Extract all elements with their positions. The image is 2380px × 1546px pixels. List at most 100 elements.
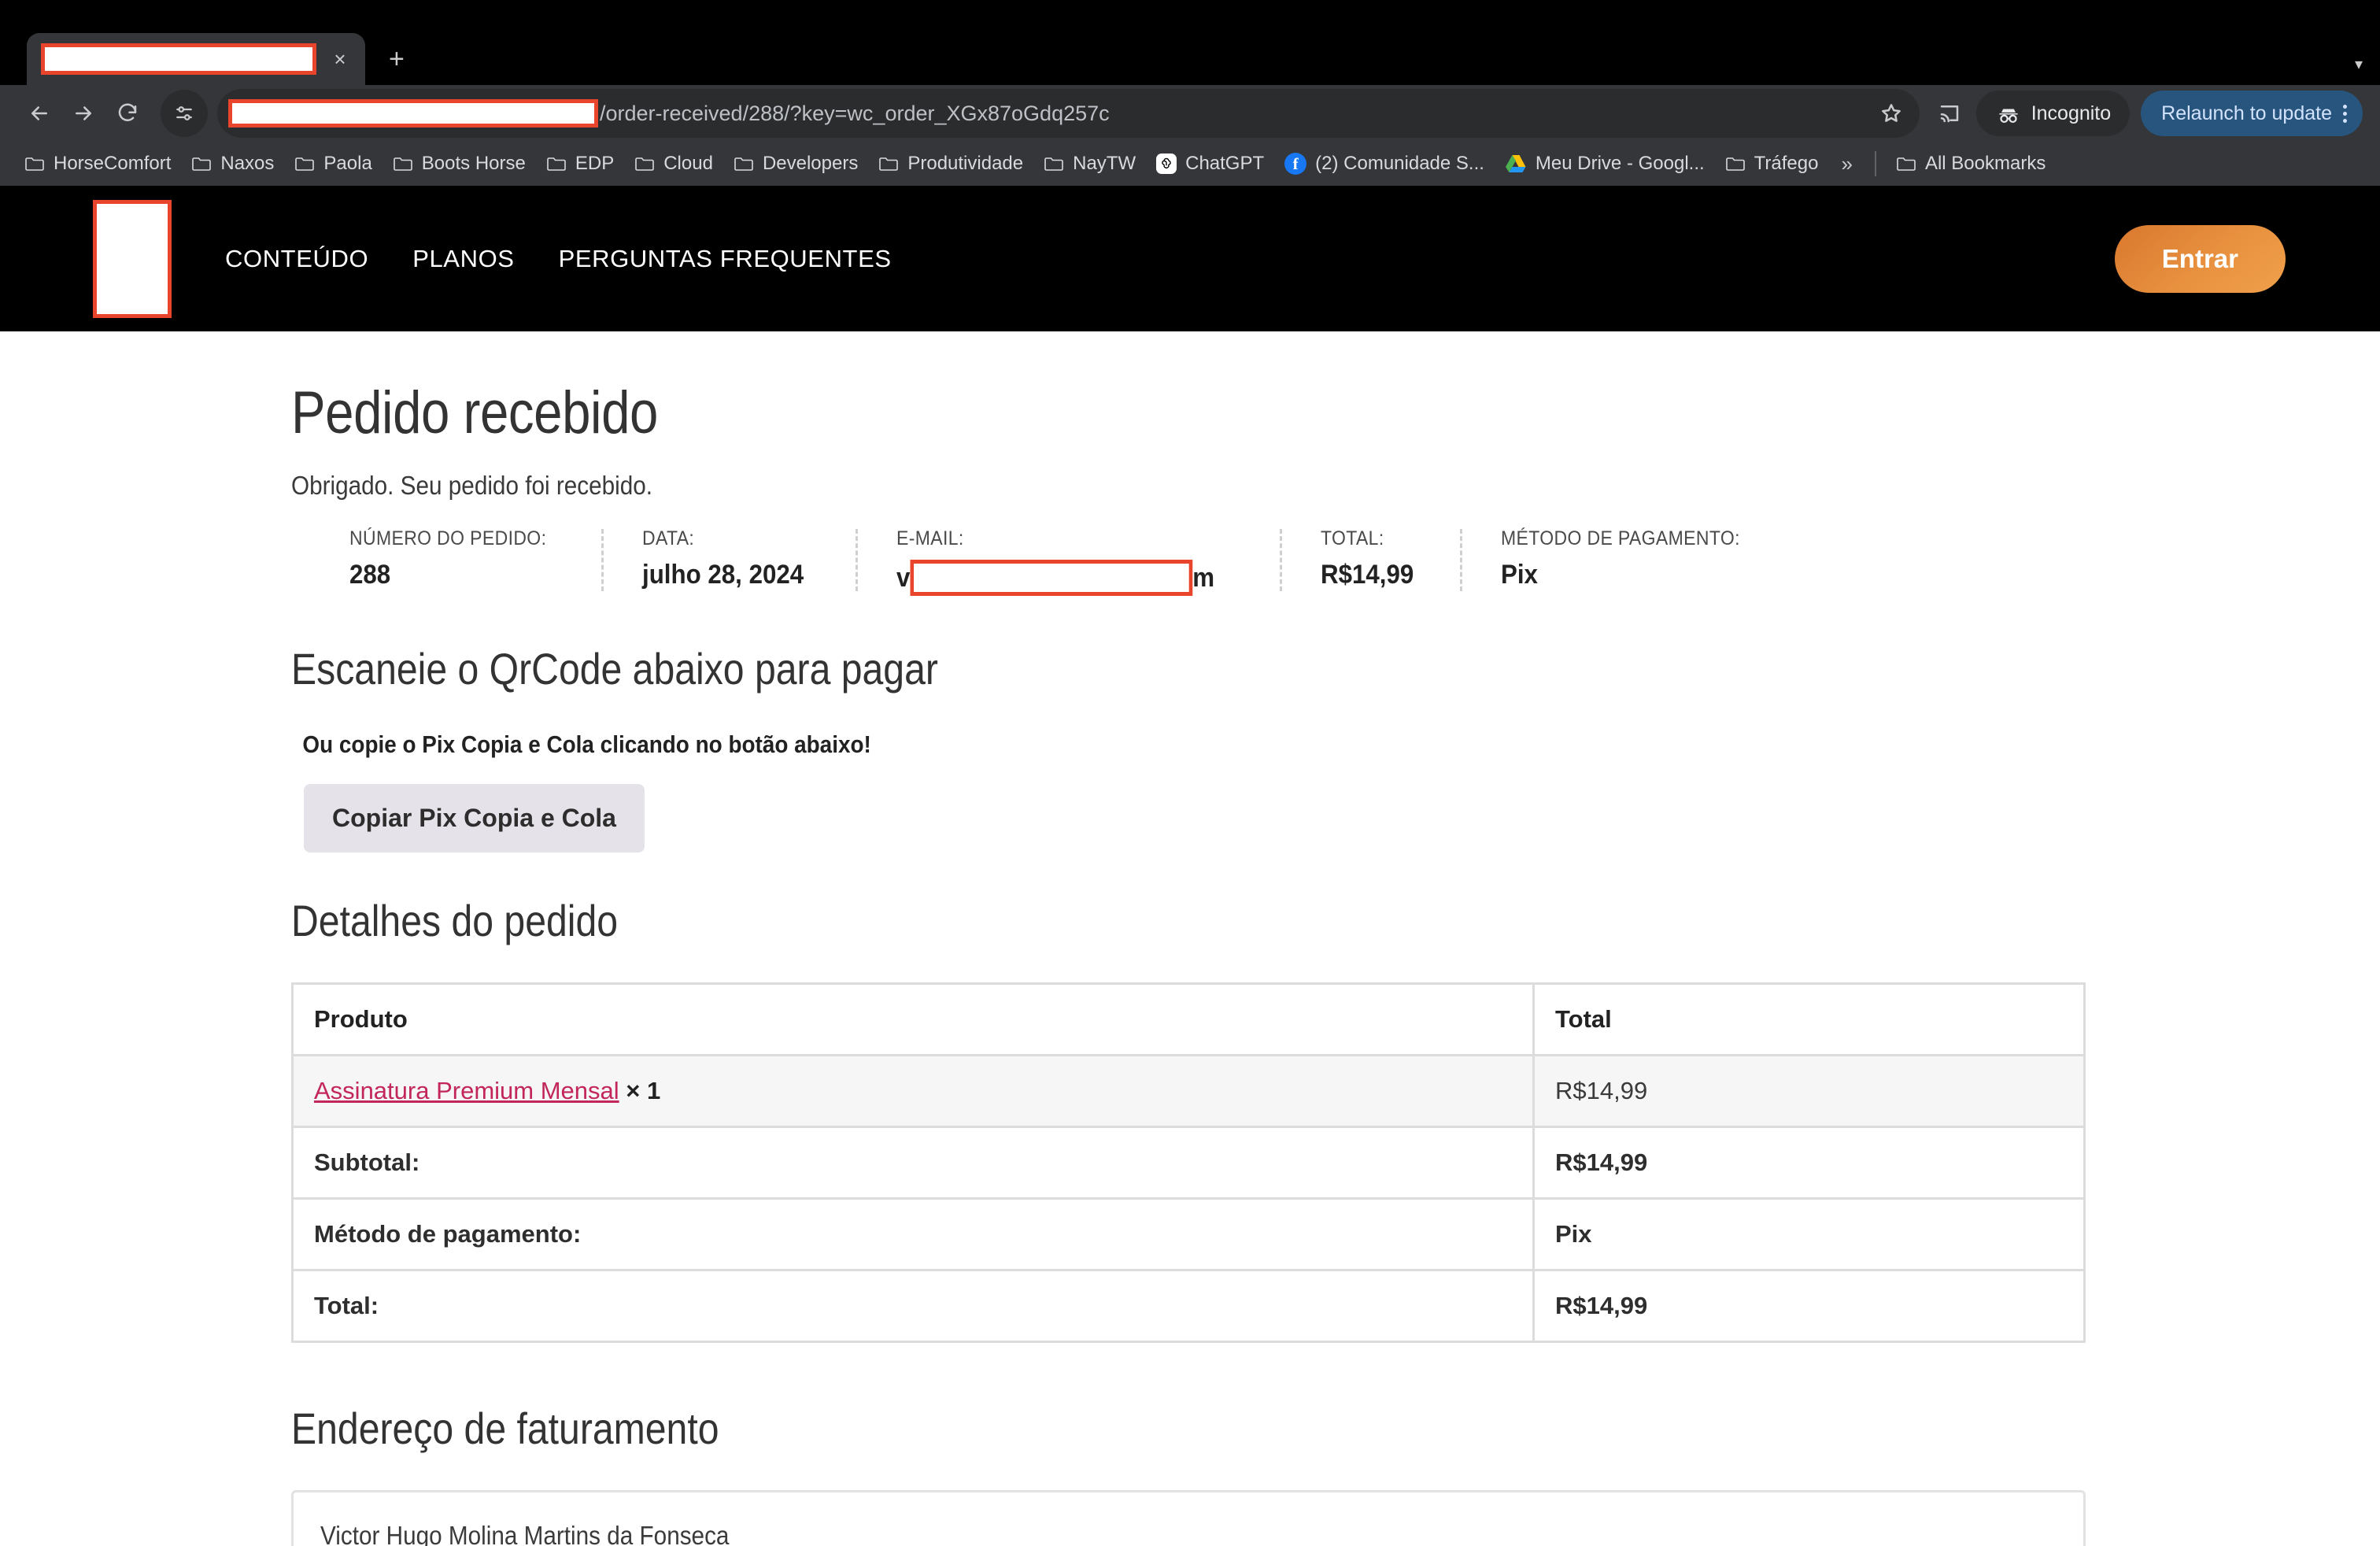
relaunch-label: Relaunch to update	[2161, 102, 2332, 124]
bookmark-naytw[interactable]: NayTW	[1033, 148, 1146, 179]
reload-icon[interactable]	[105, 91, 150, 135]
main-content: Pedido recebido Obrigado. Seu pedido foi…	[0, 331, 2380, 1546]
order-details-heading: Detalhes do pedido	[291, 896, 619, 945]
nav-item-perguntas-frequentes[interactable]: PERGUNTAS FREQUENTES	[537, 245, 914, 273]
all-bookmarks-button[interactable]: All Bookmarks	[1886, 148, 2056, 179]
back-arrow-icon[interactable]	[17, 91, 61, 135]
tab-strip: × + ▾	[0, 28, 2380, 85]
site-nav: CONTEÚDO PLANOS PERGUNTAS FREQUENTES	[203, 245, 914, 273]
tabstrip-chevron-down-icon[interactable]: ▾	[2355, 54, 2363, 74]
toolbar-actions: Incognito Relaunch to update	[1927, 91, 2363, 136]
overview-label: DATA:	[642, 527, 695, 549]
folder-icon	[1044, 155, 1064, 172]
bookmark-label: Tráfego	[1754, 153, 1819, 174]
overview-value: R$14,99	[1321, 560, 1414, 590]
bookmark-label: NayTW	[1073, 153, 1136, 174]
folder-icon	[1896, 155, 1916, 172]
overview-value: Pix	[1500, 560, 1538, 590]
product-cell: Assinatura Premium Mensal × 1	[291, 1054, 1535, 1128]
site-settings-icon[interactable]	[161, 90, 208, 137]
product-link[interactable]: Assinatura Premium Mensal	[314, 1077, 619, 1104]
overview-label: NÚMERO DO PEDIDO:	[349, 527, 547, 549]
qrcode-heading: Escaneie o QrCode abaixo para pagar	[291, 644, 938, 693]
folder-icon	[546, 155, 567, 172]
payment-method-label-cell: Método de pagamento:	[291, 1197, 1535, 1271]
facebook-icon: f	[1284, 153, 1307, 175]
bookmarks-overflow-icon[interactable]: »	[1828, 152, 1864, 176]
bookmark-label: Naxos	[220, 153, 275, 174]
page-viewport: CONTEÚDO PLANOS PERGUNTAS FREQUENTES Ent…	[0, 186, 2380, 1546]
bookmark-developers[interactable]: Developers	[723, 148, 868, 179]
overview-total: TOTAL: R$14,99	[1280, 527, 1460, 596]
folder-icon	[734, 155, 754, 172]
chrome-menu-icon[interactable]	[2343, 104, 2347, 123]
chatgpt-icon	[1156, 153, 1177, 174]
bookmark-comunidade[interactable]: f (2) Comunidade S...	[1274, 148, 1495, 179]
order-overview: NÚMERO DO PEDIDO: 288 DATA: julho 28, 20…	[291, 527, 2380, 596]
table-row: Subtotal: R$14,99	[291, 1126, 2086, 1200]
bookmark-produtividade[interactable]: Produtividade	[868, 148, 1033, 179]
folder-icon	[878, 155, 899, 172]
bookmark-label: Developers	[762, 153, 859, 174]
bookmark-label: Cloud	[663, 153, 713, 174]
relaunch-to-update-button[interactable]: Relaunch to update	[2141, 91, 2363, 136]
copy-pix-button[interactable]: Copiar Pix Copia e Cola	[304, 784, 645, 853]
bookmark-trafego[interactable]: Tráfego	[1715, 148, 1829, 179]
browser-window: × + ▾ /order-received/288/?key=wc_order_…	[0, 0, 2380, 1546]
bookmarks-divider	[1874, 151, 1876, 176]
bookmark-chatgpt[interactable]: ChatGPT	[1146, 148, 1274, 179]
bookmark-label: Paola	[323, 153, 372, 174]
column-header-total: Total	[1532, 982, 2086, 1056]
bookmark-cloud[interactable]: Cloud	[624, 148, 723, 179]
product-quantity: × 1	[626, 1077, 661, 1104]
login-button[interactable]: Entrar	[2114, 224, 2286, 293]
column-header-produto: Produto	[291, 982, 1535, 1056]
bookmark-label: ChatGPT	[1185, 153, 1265, 174]
email-suffix: m	[1192, 562, 1215, 593]
url-domain-redacted	[228, 99, 598, 128]
browser-tab[interactable]: ×	[27, 33, 365, 85]
bookmarks-bar: HorseComfort Naxos Paola Boots Horse EDP…	[0, 142, 2380, 186]
overview-payment-method: MÉTODO DE PAGAMENTO: Pix	[1459, 527, 1798, 596]
site-logo-redacted[interactable]	[93, 199, 172, 318]
table-row: Assinatura Premium Mensal × 1 R$14,99	[291, 1054, 2086, 1128]
bookmark-star-icon[interactable]	[1869, 91, 1913, 135]
payment-method-value-cell: Pix	[1532, 1197, 2086, 1271]
bookmark-meu-drive[interactable]: Meu Drive - Googl...	[1495, 148, 1715, 179]
folder-icon	[634, 155, 655, 172]
folder-icon	[393, 155, 413, 172]
billing-address-box: Victor Hugo Molina Martins da Fonseca	[291, 1490, 2086, 1546]
overview-label: MÉTODO DE PAGAMENTO:	[1500, 527, 1740, 549]
page-title: Pedido recebido	[291, 379, 658, 446]
bookmark-label: Boots Horse	[421, 153, 526, 174]
bookmark-boots-horse[interactable]: Boots Horse	[382, 148, 536, 179]
bookmark-paola[interactable]: Paola	[284, 148, 382, 179]
nav-item-conteudo[interactable]: CONTEÚDO	[203, 245, 390, 273]
bookmark-edp[interactable]: EDP	[536, 148, 624, 179]
incognito-indicator[interactable]: Incognito	[1975, 91, 2131, 136]
email-redacted	[910, 560, 1193, 596]
overview-order-number: NÚMERO DO PEDIDO: 288	[349, 527, 601, 596]
subtotal-label-cell: Subtotal:	[291, 1126, 1535, 1200]
subtotal-value-cell: R$14,99	[1532, 1126, 2086, 1200]
browser-toolbar: /order-received/288/?key=wc_order_XGx87o…	[0, 85, 2380, 142]
cast-icon[interactable]	[1927, 91, 1972, 135]
new-tab-button[interactable]: +	[389, 46, 405, 72]
table-header-row: Produto Total	[291, 982, 2086, 1056]
tab-close-icon[interactable]: ×	[324, 49, 356, 69]
nav-item-planos[interactable]: PLANOS	[390, 245, 536, 273]
address-bar[interactable]: /order-received/288/?key=wc_order_XGx87o…	[217, 89, 1920, 138]
folder-icon	[24, 155, 45, 172]
incognito-label: Incognito	[2031, 102, 2112, 124]
pix-hint-text: Ou copie o Pix Copia e Cola clicando no …	[302, 730, 871, 758]
bookmark-horsecomfort[interactable]: HorseComfort	[14, 148, 181, 179]
table-row: Total: R$14,99	[291, 1269, 2086, 1343]
folder-icon	[294, 155, 315, 172]
billing-name: Victor Hugo Molina Martins da Fonseca	[320, 1521, 730, 1546]
bookmark-naxos[interactable]: Naxos	[181, 148, 284, 179]
bookmark-label: HorseComfort	[54, 153, 172, 174]
overview-date: DATA: julho 28, 2024	[601, 527, 856, 596]
thank-you-text: Obrigado. Seu pedido foi recebido.	[291, 471, 653, 500]
forward-arrow-icon[interactable]	[61, 91, 105, 135]
overview-value: julho 28, 2024	[642, 560, 804, 590]
